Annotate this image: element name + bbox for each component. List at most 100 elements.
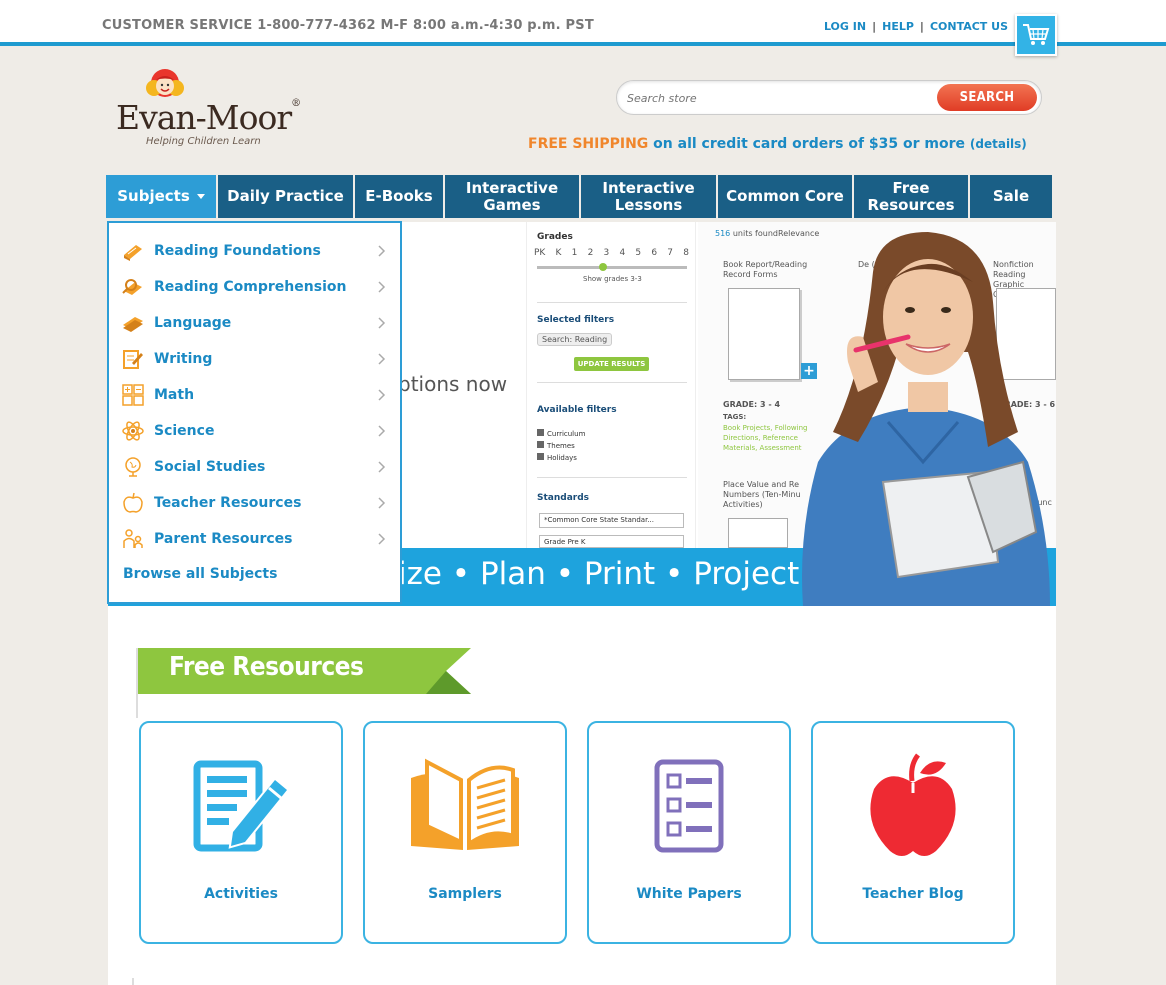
subject-label: Social Studies xyxy=(154,459,266,475)
free-shipping-notice: FREE SHIPPING on all credit card orders … xyxy=(528,136,1027,152)
nav-label: Free Resources xyxy=(867,178,955,214)
browse-all-subjects-link[interactable]: Browse all Subjects xyxy=(123,566,277,582)
link-separator: | xyxy=(872,20,877,33)
checklist-icon xyxy=(589,751,789,861)
magnifier-book-icon xyxy=(121,275,145,299)
card-label: Teacher Blog xyxy=(862,886,964,902)
subject-parent-resources[interactable]: Parent Resources xyxy=(121,524,389,554)
divider xyxy=(537,302,687,303)
available-filters-label: Available filters xyxy=(537,405,617,415)
login-link[interactable]: LOG IN xyxy=(824,20,866,33)
chevron-right-icon xyxy=(375,532,389,546)
nav-interactive-games[interactable]: Interactive Games xyxy=(445,175,579,218)
caret-down-icon xyxy=(196,194,205,199)
nav-label: Sale xyxy=(992,187,1030,205)
cart-button[interactable] xyxy=(1015,14,1057,56)
grades-label: Grades xyxy=(537,232,573,242)
contact-us-link[interactable]: CONTACT US xyxy=(930,20,1008,33)
chevron-right-icon xyxy=(375,460,389,474)
link-separator: | xyxy=(919,20,924,33)
free-resources-title: Free Resources xyxy=(169,652,364,682)
subject-reading-foundations[interactable]: Reading Foundations xyxy=(121,236,389,266)
subject-label: Science xyxy=(154,423,215,439)
result-grade: GRADE: 3 - 4 xyxy=(723,400,781,409)
count-value: 516 xyxy=(715,229,731,238)
evan-moor-logo[interactable]: Evan-Moor® Helping Children Learn xyxy=(116,68,301,148)
grade-tick: K xyxy=(555,248,562,258)
resource-card-samplers[interactable]: Samplers xyxy=(363,721,567,944)
subject-social-studies[interactable]: Social Studies xyxy=(121,452,389,482)
books-icon xyxy=(121,311,145,335)
chevron-right-icon xyxy=(375,352,389,366)
count-label: units found xyxy=(730,229,778,238)
resource-card-activities[interactable]: Activities xyxy=(139,721,343,944)
search-button[interactable]: SEARCH xyxy=(937,84,1037,111)
subject-writing[interactable]: Writing xyxy=(121,344,389,374)
plus-box-icon xyxy=(537,441,544,448)
card-label: Activities xyxy=(204,886,278,902)
help-link[interactable]: HELP xyxy=(882,20,914,33)
grade-select: Grade Pre K xyxy=(539,535,684,548)
nav-free-resources[interactable]: Free Resources xyxy=(854,175,968,218)
apple-icon xyxy=(121,491,145,515)
search-filter-chip: Search: Reading xyxy=(537,333,613,346)
grade-tick: PK xyxy=(534,248,546,258)
subject-label: Language xyxy=(154,315,232,331)
top-bar: CUSTOMER SERVICE 1-800-777-4362 M-F 8:00… xyxy=(0,0,1166,46)
grade-tick: 5 xyxy=(635,248,642,258)
chevron-right-icon xyxy=(375,388,389,402)
nav-interactive-lessons[interactable]: Interactive Lessons xyxy=(581,175,716,218)
subject-language[interactable]: Language xyxy=(121,308,389,338)
chevron-right-icon xyxy=(375,424,389,438)
results-count: 516 units found xyxy=(715,229,778,238)
logo-name: Evan-Moor xyxy=(116,98,292,137)
grade-tick: 3 xyxy=(603,248,610,258)
divider xyxy=(537,382,687,383)
filter-option-label: Themes xyxy=(547,442,575,450)
logo-tagline: Helping Children Learn xyxy=(146,136,261,147)
main-nav: Subjects Daily Practice E-Books Interact… xyxy=(106,175,1056,218)
pencil-paper-icon xyxy=(121,347,145,371)
chevron-right-icon xyxy=(375,280,389,294)
resource-card-teacher-blog[interactable]: Teacher Blog xyxy=(811,721,1015,944)
grade-slider xyxy=(537,266,687,269)
search-input[interactable] xyxy=(627,89,927,107)
show-grades-text: Show grades 3-3 xyxy=(583,275,642,283)
hero-band-text: ize • Plan • Print • Project xyxy=(398,556,800,592)
grade-tick: 7 xyxy=(667,248,674,258)
card-label: White Papers xyxy=(636,886,742,902)
nav-common-core[interactable]: Common Core xyxy=(718,175,852,218)
grade-tick: 1 xyxy=(571,248,578,258)
subject-label: Writing xyxy=(154,351,213,367)
worksheet-thumbnail xyxy=(728,518,788,548)
filter-option: Curriculum xyxy=(537,428,585,440)
nav-subjects[interactable]: Subjects xyxy=(106,175,216,218)
subject-label: Parent Resources xyxy=(154,531,293,547)
filters-screenshot: Grades PK K 1 2 3 4 5 6 7 8 Show grades … xyxy=(526,222,696,548)
resource-card-white-papers[interactable]: White Papers xyxy=(587,721,791,944)
shipping-details-link[interactable]: (details) xyxy=(970,137,1027,151)
grade-tick: 6 xyxy=(651,248,658,258)
update-results-button: UPDATE RESULTS xyxy=(574,357,649,371)
subject-label: Teacher Resources xyxy=(154,495,302,511)
subject-reading-comprehension[interactable]: Reading Comprehension xyxy=(121,272,389,302)
grade-tick: 2 xyxy=(587,248,594,258)
selected-filters-label: Selected filters xyxy=(537,315,615,325)
subject-teacher-resources[interactable]: Teacher Resources xyxy=(121,488,389,518)
apple-icon xyxy=(813,751,1013,861)
nav-daily-practice[interactable]: Daily Practice xyxy=(218,175,353,218)
nav-label: Common Core xyxy=(726,187,844,205)
grade-slider-handle xyxy=(599,263,607,271)
nav-e-books[interactable]: E-Books xyxy=(355,175,443,218)
customer-service-text: CUSTOMER SERVICE 1-800-777-4362 M-F 8:00… xyxy=(102,18,594,33)
result-tags-label: TAGS: xyxy=(723,413,747,421)
subject-math[interactable]: Math xyxy=(121,380,389,410)
subject-science[interactable]: Science xyxy=(121,416,389,446)
filter-option: Themes xyxy=(537,440,585,452)
filter-option: Holidays xyxy=(537,452,585,464)
subject-label: Math xyxy=(154,387,195,403)
nav-sale[interactable]: Sale xyxy=(970,175,1052,218)
subject-label: Reading Foundations xyxy=(154,243,321,259)
filter-option-label: Holidays xyxy=(547,454,577,462)
standards-select: *Common Core State Standar... xyxy=(539,513,684,528)
